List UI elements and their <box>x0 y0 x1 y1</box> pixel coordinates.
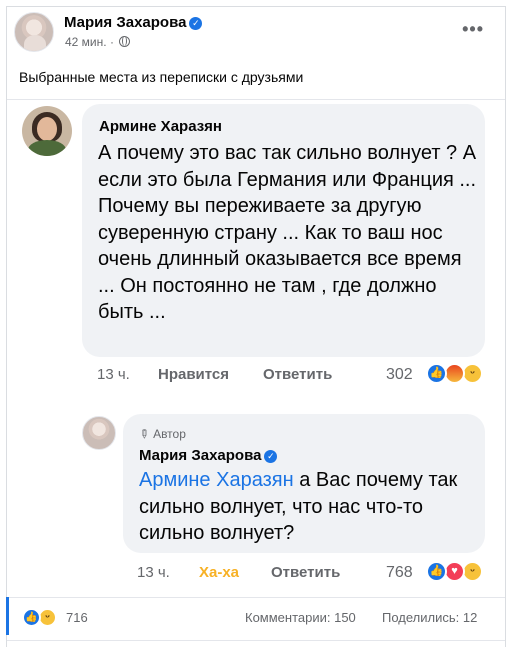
footer-accent <box>6 597 9 635</box>
more-options-button[interactable]: ••• <box>462 20 484 38</box>
meta-separator: · <box>109 35 114 49</box>
comments-count[interactable]: Комментарии: 150 <box>245 610 356 625</box>
reply-time[interactable]: 13 ч. <box>137 564 170 581</box>
comment-time[interactable]: 13 ч. <box>97 366 130 383</box>
like-icon: 👍 <box>426 363 447 384</box>
haha-icon: ᵕ <box>462 363 483 384</box>
haha-icon: ᵕ <box>462 561 483 582</box>
post-author-name[interactable]: Мария Захарова ✓ <box>64 14 203 31</box>
like-icon: 👍 <box>426 561 447 582</box>
post-caption: Выбранные места из переписки с друзьями <box>19 69 304 85</box>
reply-text: Армине Харазян а Вас почему так сильно в… <box>139 467 479 547</box>
like-icon: 👍 <box>22 608 41 627</box>
author-badge-label: Автор <box>153 427 186 441</box>
post-meta: 42 мин. · <box>65 35 131 49</box>
reply-author-name[interactable]: Мария Захарова ✓ <box>139 447 278 464</box>
author-badge: ✎Автор <box>135 425 186 443</box>
bottom-divider <box>7 640 505 641</box>
post-author-name-text[interactable]: Мария Захарова <box>64 14 186 31</box>
post-reaction-count[interactable]: 716 <box>66 610 88 625</box>
love-icon: ♥ <box>444 561 465 582</box>
like-button[interactable]: Нравится <box>158 366 229 383</box>
reply-bubble: ✎Автор Мария Захарова ✓ Армине Харазян а … <box>123 414 485 553</box>
commenter-name[interactable]: Армине Харазян <box>99 118 222 135</box>
reply-author-avatar[interactable] <box>82 416 116 450</box>
post-author-avatar[interactable] <box>14 12 54 52</box>
shares-count[interactable]: Поделились: 12 <box>382 610 477 625</box>
comment-text: А почему это вас так сильно волнует ? А … <box>98 142 477 323</box>
reply-button[interactable]: Ответить <box>271 564 340 581</box>
reply-author-name-text[interactable]: Мария Захарова <box>139 447 261 464</box>
angry-icon <box>444 363 465 384</box>
mention-link[interactable]: Армине Харазян <box>139 469 294 491</box>
commenter-avatar[interactable] <box>22 106 72 156</box>
post-header: Мария Захарова ✓ 42 мин. · ••• <box>13 10 502 60</box>
globe-icon <box>119 36 131 47</box>
verified-icon: ✓ <box>264 450 278 463</box>
reaction-count[interactable]: 768 <box>386 564 413 582</box>
comment-bubble: Армине Харазян А почему это вас так силь… <box>82 104 485 357</box>
post-time[interactable]: 42 мин. <box>65 35 107 49</box>
verified-icon: ✓ <box>189 17 203 30</box>
haha-button[interactable]: Ха-ха <box>199 564 239 581</box>
reaction-count[interactable]: 302 <box>386 366 413 384</box>
footer-divider <box>7 597 505 598</box>
pen-icon: ✎ <box>135 425 153 443</box>
divider <box>7 99 505 100</box>
reply-button[interactable]: Ответить <box>263 366 332 383</box>
